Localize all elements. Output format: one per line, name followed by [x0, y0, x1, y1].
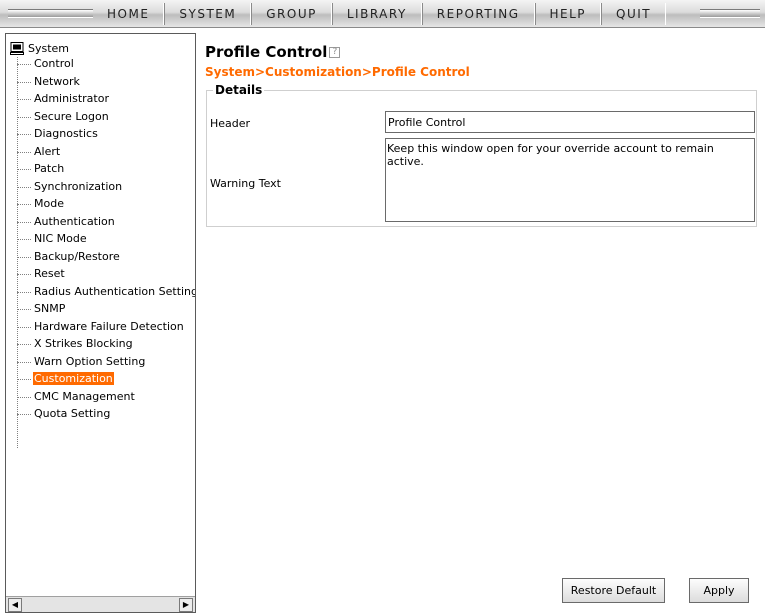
top-navigation-bar: HOME SYSTEM GROUP LIBRARY REPORTING HELP…	[0, 0, 765, 28]
tree-item-reset[interactable]: Reset	[17, 265, 195, 283]
nav-home[interactable]: HOME	[93, 3, 165, 25]
tree-item-label: Customization	[33, 372, 114, 385]
tree-item-label: Diagnostics	[34, 127, 98, 140]
tree-item-label: Warn Option Setting	[34, 354, 146, 368]
tree-item-label: Alert	[34, 144, 61, 158]
breadcrumb: System>Customization>Profile Control	[205, 65, 470, 79]
tree-item-warn-option-setting[interactable]: Warn Option Setting	[17, 353, 195, 371]
system-tree-panel: System Control Network Administrator Secure…	[5, 33, 196, 613]
tree-item-authentication[interactable]: Authentication	[17, 213, 195, 231]
tree-item-label: CMC Management	[34, 389, 135, 403]
help-icon[interactable]: ?	[329, 46, 341, 58]
tree-item-label: Administrator	[34, 92, 109, 105]
tree-item-label: NIC Mode	[34, 232, 87, 245]
tree-root-label: System	[28, 41, 70, 55]
warning-text-label: Warning Text	[210, 177, 281, 190]
tree-item-label: Secure Logon	[34, 109, 109, 123]
tree-item-label: Quota Setting	[34, 407, 111, 420]
restore-default-button[interactable]: Restore Default	[562, 578, 665, 603]
main-menu: HOME SYSTEM GROUP LIBRARY REPORTING HELP…	[93, 3, 667, 25]
header-label: Header	[210, 117, 251, 130]
tree-item-label: Radius Authentication Setting	[34, 284, 196, 298]
tree-item-secure-logon[interactable]: Secure Logon	[17, 108, 195, 126]
tree-item-quota-setting[interactable]: Quota Setting	[17, 405, 195, 423]
tree-item-control[interactable]: Control	[17, 55, 195, 73]
header-input[interactable]	[385, 111, 755, 133]
tree-item-label: Authentication	[34, 214, 115, 228]
arrow-left-icon[interactable]: ◀	[8, 598, 22, 612]
tree-item-patch[interactable]: Patch	[17, 160, 195, 178]
details-fieldset: Details Header Warning Text Keep this wi…	[206, 83, 757, 227]
tree-item-cmc-management[interactable]: CMC Management	[17, 388, 195, 406]
page-title-row: Profile Control ?	[205, 43, 341, 61]
nav-decor-right	[700, 9, 760, 18]
tree-item-label: Synchronization	[34, 179, 123, 193]
tree-item-diagnostics[interactable]: Diagnostics	[17, 125, 195, 143]
computer-icon	[10, 41, 24, 55]
tree-item-customization[interactable]: Customization	[17, 370, 195, 388]
tree-item-nic-mode[interactable]: NIC Mode	[17, 230, 195, 248]
tree-item-snmp[interactable]: SNMP	[17, 300, 195, 318]
tree-item-radius-authentication-setting[interactable]: Radius Authentication Setting	[17, 283, 196, 301]
tree-item-x-strikes-blocking[interactable]: X Strikes Blocking	[17, 335, 195, 353]
nav-group[interactable]: GROUP	[251, 3, 332, 25]
nav-help[interactable]: HELP	[534, 3, 602, 25]
tree-item-administrator[interactable]: Administrator	[17, 90, 195, 108]
tree-item-label: X Strikes Blocking	[34, 337, 133, 350]
nav-reporting[interactable]: REPORTING	[421, 3, 535, 25]
tree-item-label: Hardware Failure Detection	[34, 319, 184, 333]
tree-item-label: SNMP	[34, 302, 66, 315]
tree-root-system[interactable]: System	[10, 40, 69, 56]
tree-item-label: Network	[34, 74, 80, 88]
warning-text-area[interactable]: Keep this window open for your override …	[385, 138, 755, 222]
tree-item-label: Mode	[34, 197, 64, 210]
main-content: Profile Control ? System>Customization>P…	[203, 40, 765, 613]
nav-decor-left	[8, 9, 93, 18]
details-legend: Details	[213, 83, 265, 97]
tree-item-network[interactable]: Network	[17, 73, 195, 91]
nav-library[interactable]: LIBRARY	[331, 3, 422, 25]
tree-item-list: Control Network Administrator Secure Logon D…	[17, 55, 196, 423]
tree-item-synchronization[interactable]: Synchronization	[17, 178, 195, 196]
arrow-right-icon[interactable]: ▶	[179, 598, 193, 612]
tree-horizontal-scrollbar[interactable]: ◀ ▶	[6, 596, 195, 612]
tree-item-label: Control	[34, 57, 74, 70]
apply-button[interactable]: Apply	[689, 578, 749, 603]
tree-item-hardware-failure-detection[interactable]: Hardware Failure Detection	[17, 318, 195, 336]
tree-item-label: Reset	[34, 267, 65, 280]
page-title: Profile Control	[205, 43, 328, 61]
tree-item-backup-restore[interactable]: Backup/Restore	[17, 248, 195, 266]
nav-quit[interactable]: QUIT	[601, 3, 667, 25]
tree-item-alert[interactable]: Alert	[17, 143, 195, 161]
nav-system[interactable]: SYSTEM	[164, 3, 252, 25]
tree-item-label: Backup/Restore	[34, 249, 120, 263]
tree-item-mode[interactable]: Mode	[17, 195, 195, 213]
tree-item-label: Patch	[34, 162, 65, 175]
